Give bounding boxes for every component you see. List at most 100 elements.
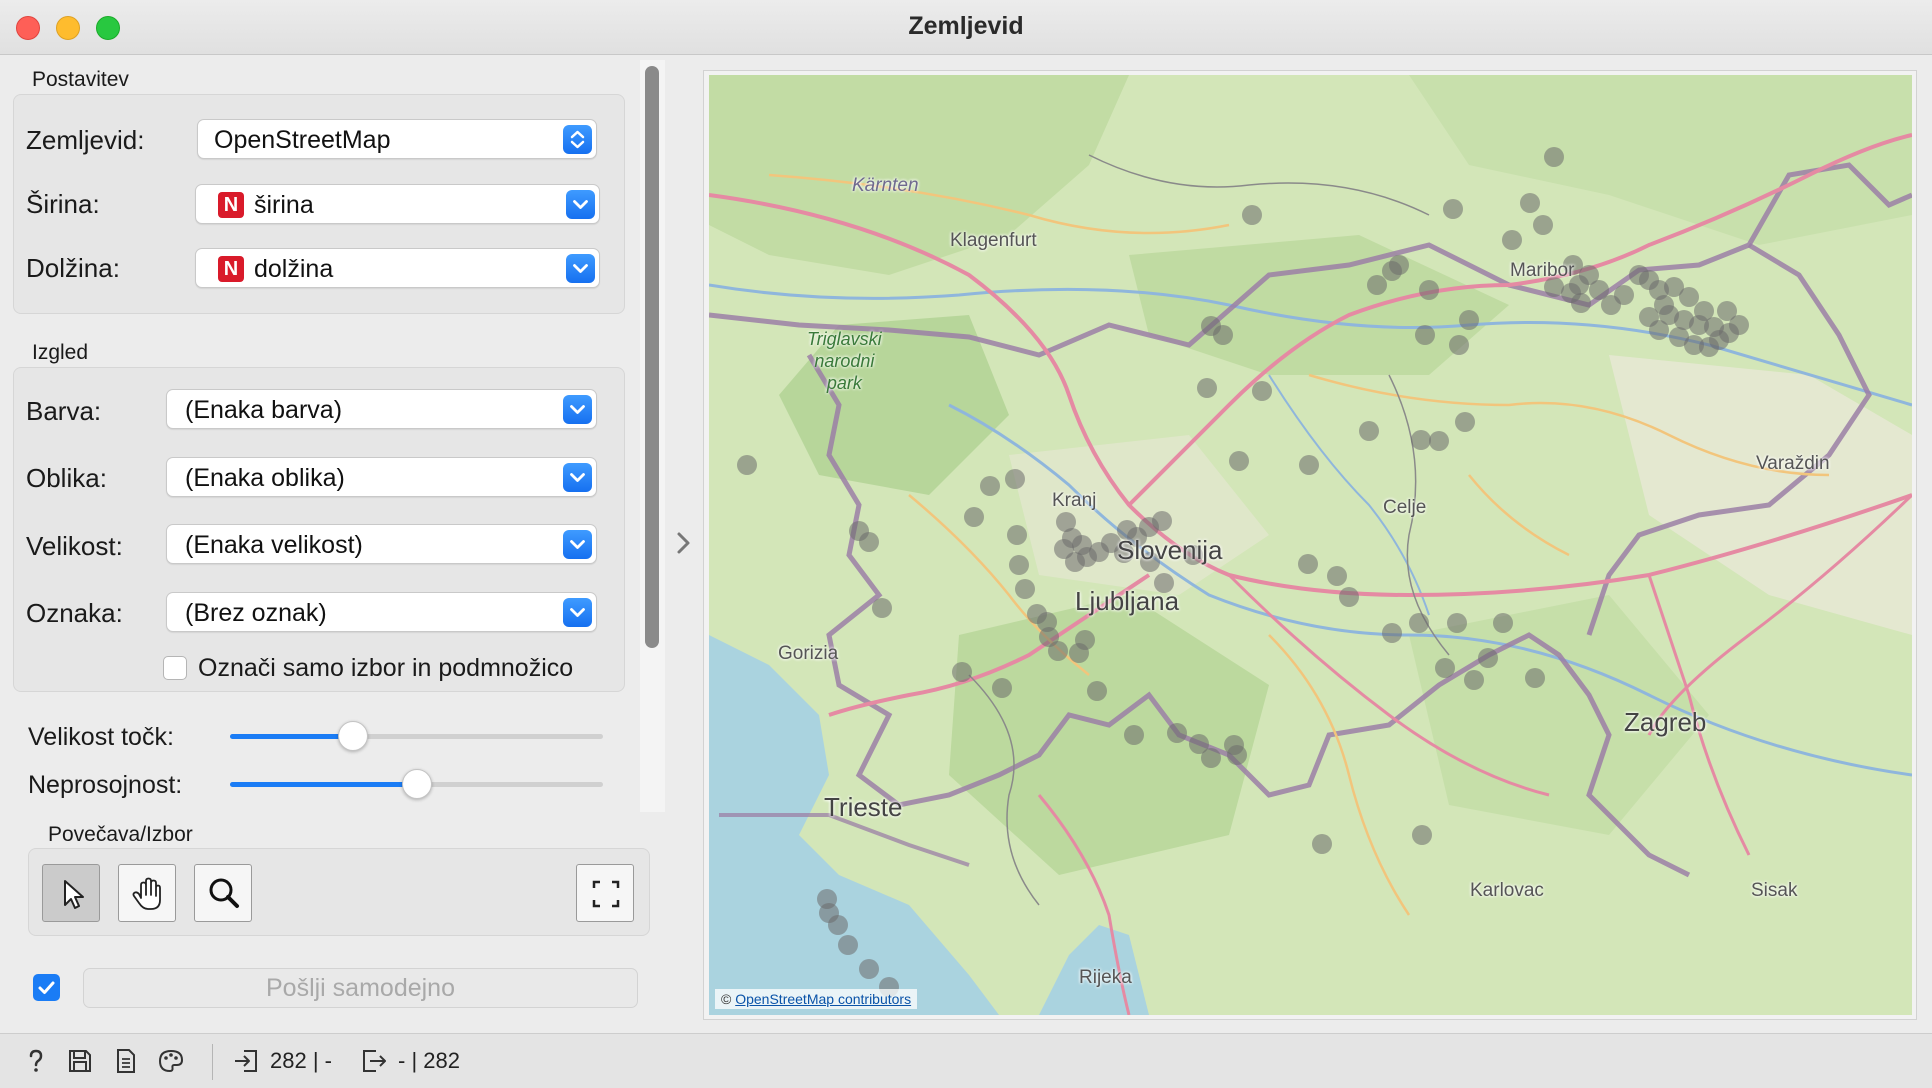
panel-toggle-button[interactable] [668,528,698,558]
help-icon[interactable] [22,1047,50,1075]
label-select[interactable]: (Brez oznak) [166,592,597,632]
map-data-point[interactable] [1459,310,1479,330]
shape-select[interactable]: (Enaka oblika) [166,457,597,497]
size-select[interactable]: (Enaka velikost) [166,524,597,564]
map-data-point[interactable] [1443,199,1463,219]
map-data-point[interactable] [859,959,879,979]
reset-zoom-button[interactable] [576,864,634,922]
map-data-point[interactable] [1571,293,1591,313]
map-data-point[interactable] [952,662,972,682]
map-data-point[interactable] [1614,285,1634,305]
map-data-point[interactable] [1167,723,1187,743]
map-data-point[interactable] [1327,566,1347,586]
latitude-select[interactable]: N širina [195,184,600,224]
place-label-trieste: Trieste [824,792,903,822]
map-data-point[interactable] [1429,431,1449,451]
map-data-point[interactable] [1359,421,1379,441]
map-data-point[interactable] [828,915,848,935]
map-data-point[interactable] [1415,325,1435,345]
send-automatically-button[interactable]: Pošlji samodejno [83,968,638,1008]
map-data-point[interactable] [980,476,1000,496]
opacity-slider-handle[interactable] [402,769,432,799]
map-data-point[interactable] [1533,215,1553,235]
map-data-point[interactable] [1009,555,1029,575]
map-data-point[interactable] [1412,825,1432,845]
map-data-point[interactable] [964,507,984,527]
send-automatically-checkbox[interactable] [33,974,60,1001]
map-data-point[interactable] [1464,670,1484,690]
map-data-point[interactable] [1664,277,1684,297]
map-data-point[interactable] [1520,193,1540,213]
map-data-point[interactable] [849,521,869,541]
map-data-point[interactable] [872,598,892,618]
map-data-point[interactable] [1709,330,1729,350]
map-data-point[interactable] [1298,554,1318,574]
input-summary: 282 | - [270,1048,332,1073]
color-select[interactable]: (Enaka barva) [166,389,597,429]
osm-attribution-link[interactable]: OpenStreetMap contributors [735,991,911,1007]
map-data-point[interactable] [1229,451,1249,471]
map-data-point[interactable] [737,455,757,475]
map-data-point[interactable] [1005,469,1025,489]
map-data-point[interactable] [1409,613,1429,633]
report-icon[interactable] [112,1047,140,1075]
map-data-point[interactable] [1242,205,1262,225]
map-data-point[interactable] [1054,539,1074,559]
map-data-point[interactable] [1124,725,1144,745]
map-data-point[interactable] [1312,834,1332,854]
map-data-point[interactable] [1649,320,1669,340]
opacity-slider[interactable] [230,769,603,799]
scrollbar-thumb[interactable] [645,66,659,648]
map-data-point[interactable] [1389,255,1409,275]
label-only-selected-checkbox[interactable] [163,656,187,680]
input-data-icon [235,1050,257,1072]
map-data-point[interactable] [1447,613,1467,633]
map-data-point[interactable] [1544,147,1564,167]
map-data-point[interactable] [1525,668,1545,688]
map-data-point[interactable] [1299,455,1319,475]
shape-value: (Enaka oblika) [185,464,345,492]
palette-icon[interactable] [157,1047,185,1075]
map-type-select[interactable]: OpenStreetMap [197,119,597,159]
map-data-point[interactable] [1694,301,1714,321]
map-data-point[interactable] [1411,430,1431,450]
map-view[interactable]: Kärnten Klagenfurt Maribor Triglavski na… [709,75,1912,1015]
pan-tool-button[interactable] [118,864,176,922]
map-data-point[interactable] [1455,412,1475,432]
map-data-point[interactable] [992,678,1012,698]
map-data-point[interactable] [1048,641,1068,661]
map-data-point[interactable] [1382,623,1402,643]
point-size-slider[interactable] [230,721,603,751]
map-data-point[interactable] [1367,275,1387,295]
chevron-down-icon [563,395,592,424]
section-zoom-label: Povečava/Izbor [48,823,193,846]
map-data-point[interactable] [1449,335,1469,355]
map-data-point[interactable] [1717,301,1737,321]
control-panel-scrollbar[interactable] [640,60,665,812]
map-data-point[interactable] [838,935,858,955]
map-data-point[interactable] [1478,648,1498,668]
map-data-point[interactable] [1197,378,1217,398]
map-data-point[interactable] [1419,280,1439,300]
map-data-point[interactable] [1015,579,1035,599]
select-tool-button[interactable] [42,864,100,922]
save-icon[interactable] [66,1047,94,1075]
zoom-tool-button[interactable] [194,864,252,922]
map-data-point[interactable] [1252,381,1272,401]
map-data-point[interactable] [1224,735,1244,755]
map-data-point[interactable] [1339,587,1359,607]
map-data-point[interactable] [1435,658,1455,678]
map-data-point[interactable] [1201,748,1221,768]
map-data-point[interactable] [1493,613,1513,633]
checkmark-icon [38,981,55,994]
data-points-layer[interactable] [709,75,1912,1015]
output-data-icon [363,1050,386,1072]
map-data-point[interactable] [1502,230,1522,250]
map-data-point[interactable] [1075,630,1095,650]
map-data-point[interactable] [1213,325,1233,345]
map-data-point[interactable] [1087,681,1107,701]
longitude-select[interactable]: N dolžina [195,248,600,288]
map-data-point[interactable] [1152,511,1172,531]
point-size-slider-handle[interactable] [338,721,368,751]
map-data-point[interactable] [1007,525,1027,545]
